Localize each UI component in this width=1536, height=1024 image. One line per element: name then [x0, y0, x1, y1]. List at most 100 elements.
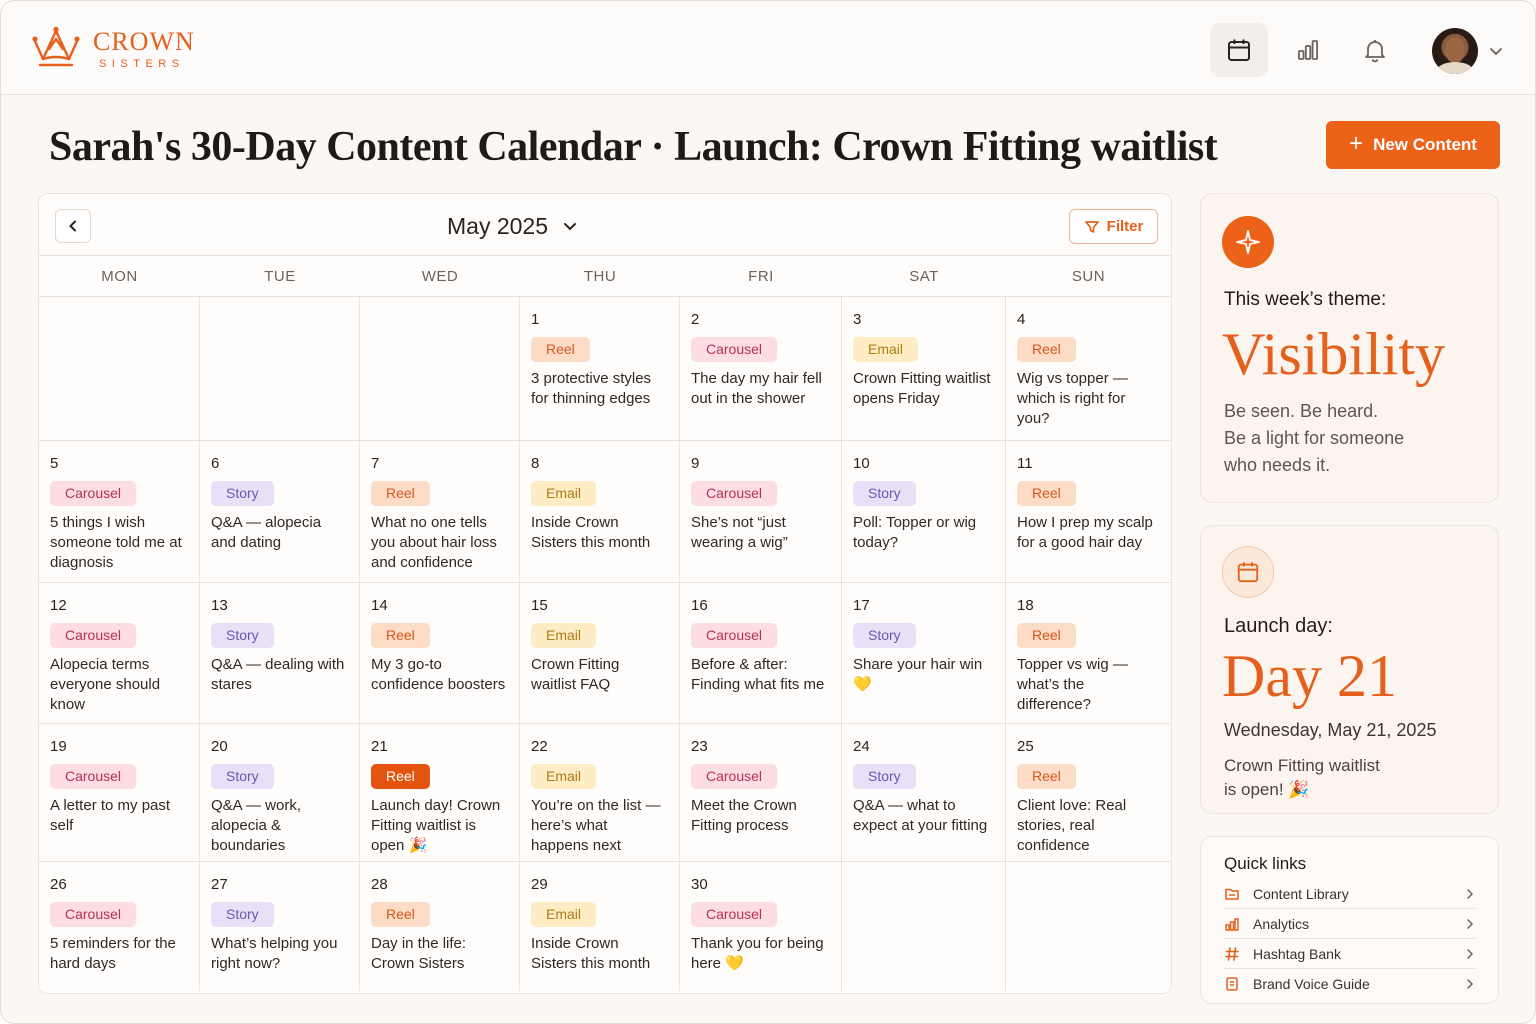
- nav-analytics-button[interactable]: [1279, 23, 1337, 77]
- post-title[interactable]: What no one tells you about hair loss an…: [371, 513, 508, 573]
- chevron-down-icon[interactable]: [1488, 43, 1504, 59]
- post-title[interactable]: Share your hair win 💛: [853, 655, 994, 695]
- quick-link-hashtag-bank[interactable]: Hashtag Bank: [1224, 939, 1476, 969]
- calendar-day-cell[interactable]: 8 Email Inside Crown Sisters this month: [520, 441, 680, 582]
- calendar-day-cell[interactable]: 16 Carousel Before & after: Finding what f…: [680, 583, 842, 723]
- quick-link-brand-voice-guide[interactable]: Brand Voice Guide: [1224, 969, 1476, 999]
- content-type-tag[interactable]: Carousel: [50, 481, 137, 506]
- content-type-tag[interactable]: Story: [853, 623, 916, 648]
- calendar-day-cell[interactable]: 5 Carousel 5 things I wish someone told me…: [39, 441, 200, 582]
- content-type-tag[interactable]: Reel: [1017, 337, 1076, 362]
- new-content-button[interactable]: + New Content: [1326, 121, 1500, 169]
- calendar-day-cell[interactable]: 18 Reel Topper vs wig — what’s the differe…: [1006, 583, 1171, 723]
- content-type-tag[interactable]: Story: [853, 764, 916, 789]
- calendar-day-cell[interactable]: 26 Carousel 5 reminders for the hard days: [39, 862, 200, 991]
- post-title[interactable]: Launch day! Crown Fitting waitlist is op…: [371, 796, 508, 856]
- filter-button[interactable]: Filter: [1069, 209, 1158, 244]
- post-title[interactable]: Inside Crown Sisters this month: [531, 513, 668, 553]
- post-title[interactable]: 5 things I wish someone told me at diagn…: [50, 513, 188, 573]
- content-type-tag[interactable]: Email: [531, 623, 597, 648]
- content-type-tag[interactable]: Reel: [371, 902, 430, 927]
- calendar-day-cell[interactable]: 15 Email Crown Fitting waitlist FAQ: [520, 583, 680, 723]
- calendar-day-cell[interactable]: 24 Story Q&A — what to expect at your fitt…: [842, 724, 1006, 861]
- calendar-day-cell[interactable]: 17 Story Share your hair win 💛: [842, 583, 1006, 723]
- post-title[interactable]: Crown Fitting waitlist opens Friday: [853, 369, 994, 409]
- post-title[interactable]: How I prep my scalp for a good hair day: [1017, 513, 1160, 553]
- post-title[interactable]: Q&A — work, alopecia & boundaries: [211, 796, 348, 856]
- calendar-day-cell[interactable]: 19 Carousel A letter to my past self: [39, 724, 200, 861]
- content-type-tag[interactable]: Reel: [531, 337, 590, 362]
- post-title[interactable]: Q&A — alopecia and dating: [211, 513, 348, 553]
- content-type-tag[interactable]: Reel: [1017, 764, 1076, 789]
- calendar-day-cell[interactable]: 7 Reel What no one tells you about hair lo…: [360, 441, 520, 582]
- post-title[interactable]: My 3 go-to confidence boosters: [371, 655, 508, 695]
- calendar-day-cell[interactable]: 30 Carousel Thank you for being here 💛: [680, 862, 842, 991]
- post-title[interactable]: Thank you for being here 💛: [691, 934, 830, 974]
- content-type-tag[interactable]: Reel: [371, 623, 430, 648]
- content-type-tag[interactable]: Carousel: [691, 623, 778, 648]
- previous-month-button[interactable]: [55, 209, 91, 243]
- calendar-day-cell[interactable]: 22 Email You’re on the list — here’s what …: [520, 724, 680, 861]
- content-type-tag[interactable]: Reel: [371, 764, 430, 789]
- content-type-tag[interactable]: Carousel: [691, 337, 778, 362]
- post-title[interactable]: Wig vs topper — which is right for you?: [1017, 369, 1160, 429]
- content-type-tag[interactable]: Story: [211, 481, 274, 506]
- calendar-day-cell[interactable]: 28 Reel Day in the life: Crown Sisters: [360, 862, 520, 991]
- content-type-tag[interactable]: Story: [853, 481, 916, 506]
- nav-calendar-button[interactable]: [1210, 23, 1268, 77]
- post-title[interactable]: Q&A — dealing with stares: [211, 655, 348, 695]
- post-title[interactable]: You’re on the list — here’s what happens…: [531, 796, 668, 856]
- calendar-day-cell[interactable]: 29 Email Inside Crown Sisters this month: [520, 862, 680, 991]
- content-type-tag[interactable]: Reel: [1017, 623, 1076, 648]
- content-type-tag[interactable]: Story: [211, 764, 274, 789]
- quick-link-content-library[interactable]: Content Library: [1224, 879, 1476, 909]
- content-type-tag[interactable]: Carousel: [691, 764, 778, 789]
- content-type-tag[interactable]: Story: [211, 623, 274, 648]
- content-type-tag[interactable]: Email: [853, 337, 919, 362]
- calendar-day-cell[interactable]: 14 Reel My 3 go-to confidence boosters: [360, 583, 520, 723]
- calendar-day-cell[interactable]: 21 Reel Launch day! Crown Fitting waitlist…: [360, 724, 520, 861]
- content-type-tag[interactable]: Email: [531, 902, 597, 927]
- calendar-day-cell[interactable]: 9 Carousel She’s not “just wearing a wig”: [680, 441, 842, 582]
- nav-notifications-button[interactable]: [1346, 23, 1404, 77]
- content-type-tag[interactable]: Carousel: [691, 902, 778, 927]
- calendar-day-cell[interactable]: 10 Story Poll: Topper or wig today?: [842, 441, 1006, 582]
- post-title[interactable]: 5 reminders for the hard days: [50, 934, 188, 974]
- post-title[interactable]: A letter to my past self: [50, 796, 188, 836]
- month-selector[interactable]: May 2025: [447, 210, 578, 242]
- calendar-day-cell[interactable]: 6 Story Q&A — alopecia and dating: [200, 441, 360, 582]
- post-title[interactable]: Q&A — what to expect at your fitting: [853, 796, 994, 836]
- post-title[interactable]: Day in the life: Crown Sisters: [371, 934, 508, 974]
- brand-logo[interactable]: CROWN SISTERS: [29, 25, 195, 73]
- content-type-tag[interactable]: Carousel: [691, 481, 778, 506]
- post-title[interactable]: Alopecia terms everyone should know: [50, 655, 188, 715]
- post-title[interactable]: What’s helping you right now?: [211, 934, 348, 974]
- calendar-day-cell[interactable]: 23 Carousel Meet the Crown Fitting process: [680, 724, 842, 861]
- calendar-day-cell[interactable]: 3 Email Crown Fitting waitlist opens Frida…: [842, 297, 1006, 440]
- calendar-day-cell[interactable]: 27 Story What’s helping you right now?: [200, 862, 360, 991]
- calendar-day-cell[interactable]: 2 Carousel The day my hair fell out in the…: [680, 297, 842, 440]
- calendar-day-cell[interactable]: 13 Story Q&A — dealing with stares: [200, 583, 360, 723]
- calendar-day-cell[interactable]: 12 Carousel Alopecia terms everyone should…: [39, 583, 200, 723]
- post-title[interactable]: Crown Fitting waitlist FAQ: [531, 655, 668, 695]
- content-type-tag[interactable]: Story: [211, 902, 274, 927]
- content-type-tag[interactable]: Reel: [371, 481, 430, 506]
- post-title[interactable]: 3 protective styles for thinning edges: [531, 369, 668, 409]
- calendar-day-cell[interactable]: 4 Reel Wig vs topper — which is right for …: [1006, 297, 1171, 440]
- post-title[interactable]: Topper vs wig — what’s the difference?: [1017, 655, 1160, 715]
- post-title[interactable]: Before & after: Finding what fits me: [691, 655, 830, 695]
- calendar-day-cell[interactable]: 25 Reel Client love: Real stories, real co…: [1006, 724, 1171, 861]
- post-title[interactable]: Inside Crown Sisters this month: [531, 934, 668, 974]
- content-type-tag[interactable]: Email: [531, 481, 597, 506]
- content-type-tag[interactable]: Carousel: [50, 764, 137, 789]
- calendar-day-cell[interactable]: 11 Reel How I prep my scalp for a good hai…: [1006, 441, 1171, 582]
- content-type-tag[interactable]: Carousel: [50, 623, 137, 648]
- content-type-tag[interactable]: Reel: [1017, 481, 1076, 506]
- calendar-day-cell[interactable]: 20 Story Q&A — work, alopecia & boundaries: [200, 724, 360, 861]
- post-title[interactable]: Client love: Real stories, real confiden…: [1017, 796, 1160, 856]
- quick-link-analytics[interactable]: Analytics: [1224, 909, 1476, 939]
- post-title[interactable]: Poll: Topper or wig today?: [853, 513, 994, 553]
- post-title[interactable]: She’s not “just wearing a wig”: [691, 513, 830, 553]
- post-title[interactable]: The day my hair fell out in the shower: [691, 369, 830, 409]
- content-type-tag[interactable]: Email: [531, 764, 597, 789]
